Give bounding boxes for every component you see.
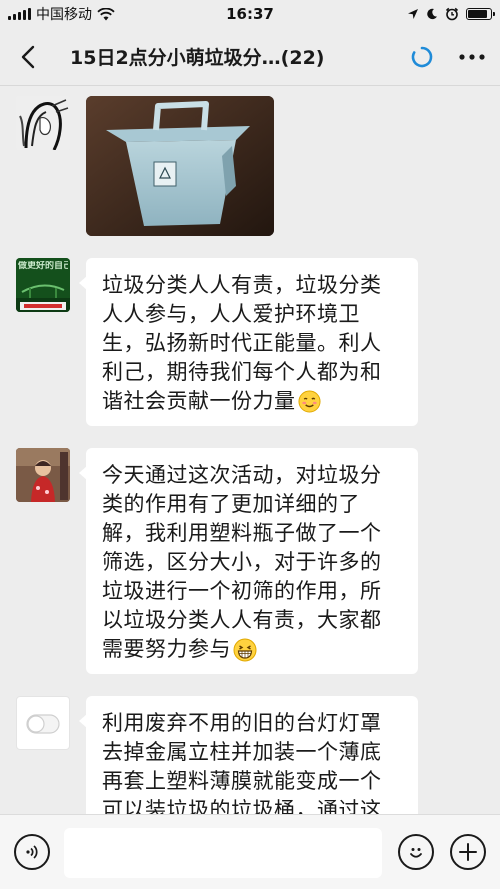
message-line: 垃圾进行一个初筛的作用，所	[102, 579, 382, 603]
message-line: 需要努力参与	[102, 637, 231, 661]
moon-icon	[427, 8, 437, 20]
more-dots-icon	[459, 53, 485, 60]
emoji-button[interactable]	[398, 834, 434, 870]
message-line: 可以装垃圾的垃圾桶，通过这	[102, 798, 382, 814]
message-line: 以垃圾分类人人有责，大家都	[102, 608, 382, 632]
signal-icon	[8, 8, 31, 20]
message-line: 去掉金属立柱并加装一个薄底	[102, 740, 382, 764]
location-icon	[408, 9, 418, 19]
grin-emoji	[233, 638, 257, 661]
status-left: 中国移动	[8, 4, 115, 24]
message-line: 垃圾分类人人有责，垃圾分类	[102, 273, 382, 297]
add-icon	[459, 843, 477, 861]
message-bubble[interactable]: 垃圾分类人人有责，垃圾分类 人人参与，人人爱护环境卫 生，弘扬新时代正能量。利人…	[79, 258, 418, 426]
message-bubble[interactable]: 今天通过这次活动，对垃圾分 类的作用有了更加详细的了 解，我利用塑料瓶子做了一个…	[79, 448, 418, 674]
message-line: 类的作用有了更加详细的了	[102, 492, 360, 516]
chat-header: 15日2点分小萌垃圾分…(22)	[0, 28, 500, 86]
loading-spinner-icon	[400, 28, 444, 86]
emoji-icon	[410, 848, 422, 858]
green-poster-avatar[interactable]: 做更好的自己	[16, 258, 70, 312]
toggle-switch-avatar[interactable]	[16, 696, 70, 750]
message-line: 解，我利用塑料瓶子做了一个	[102, 521, 382, 545]
message-line: 人人参与，人人爱护环境卫	[102, 302, 360, 326]
message-line: 再套上塑料薄膜就能变成一个	[102, 769, 382, 793]
voice-button[interactable]	[14, 834, 50, 870]
message-text: 今天通过这次活动，对垃圾分 类的作用有了更加详细的了 解，我利用塑料瓶子做了一个…	[0, 448, 500, 680]
message-text: 利用废弃不用的旧的台灯灯罩 去掉金属立柱并加装一个薄底 再套上塑料薄膜就能变成一…	[0, 696, 500, 814]
message-list[interactable]: 做更好的自己 垃圾分类人人有责，垃圾分类 人人参与，人人爱护环境卫 生，弘扬新时…	[0, 86, 500, 814]
message-line: 利用废弃不用的旧的台灯灯罩	[102, 711, 382, 735]
message-line: 生，弘扬新时代正能量。利人	[102, 331, 382, 355]
message-line: 筛选，区分大小，对于许多的	[102, 550, 382, 574]
battery-icon	[466, 8, 495, 20]
voice-icon	[26, 845, 38, 859]
message-input[interactable]	[64, 828, 382, 878]
status-right	[407, 7, 495, 21]
avatar-caption: 做更好的自己	[18, 261, 68, 271]
message-image	[0, 86, 500, 246]
more-button[interactable]	[444, 28, 500, 86]
chevron-left-icon	[21, 45, 35, 68]
trash-can-photo[interactable]	[86, 96, 274, 236]
add-button[interactable]	[450, 834, 486, 870]
carrier-label: 中国移动	[36, 7, 92, 23]
message-bubble[interactable]: 利用废弃不用的旧的台灯灯罩 去掉金属立柱并加装一个薄底 再套上塑料薄膜就能变成一…	[79, 696, 418, 814]
back-button[interactable]	[0, 28, 56, 86]
status-bar: 中国移动 16:37	[0, 0, 500, 28]
child-photo-avatar[interactable]	[16, 448, 70, 502]
message-line: 谐社会贡献一份力量	[102, 389, 296, 413]
chat-input-bar	[0, 814, 500, 889]
message-line: 利己，期待我们每个人都为和	[102, 360, 382, 384]
message-text: 做更好的自己 垃圾分类人人有责，垃圾分类 人人参与，人人爱护环境卫 生，弘扬新时…	[0, 258, 500, 438]
wifi-icon	[97, 7, 115, 20]
chat-title: 15日2点分小萌垃圾分…(22)	[70, 47, 325, 69]
blush-smile-emoji	[297, 390, 321, 413]
alarm-icon	[445, 7, 459, 21]
ink-sketch-portrait-avatar[interactable]	[16, 96, 70, 150]
message-line: 今天通过这次活动，对垃圾分	[102, 463, 382, 487]
